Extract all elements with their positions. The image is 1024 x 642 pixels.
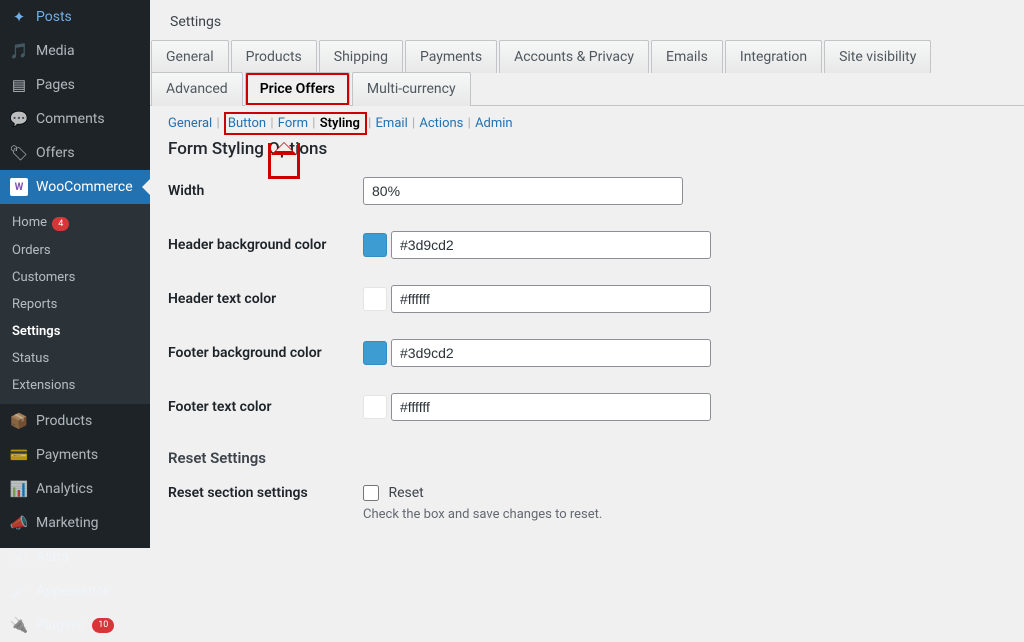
tab-shipping[interactable]: Shipping: [319, 40, 403, 73]
reset-section-label: Reset section settings: [168, 485, 363, 501]
pin-icon: ✦: [10, 8, 28, 26]
sidebar-item-label: Plugins: [36, 617, 82, 633]
reset-checkbox[interactable]: [363, 485, 379, 501]
tab-accounts[interactable]: Accounts & Privacy: [499, 40, 649, 73]
sidebar-item-label: Pages: [36, 77, 75, 93]
sub-reports[interactable]: Reports: [0, 291, 150, 318]
tab-integration[interactable]: Integration: [725, 40, 822, 73]
tags-icon: 🏷: [10, 144, 28, 162]
sidebar-item-label: Extensions: [12, 378, 75, 393]
header-text-input[interactable]: [391, 285, 711, 313]
sub-extensions[interactable]: Extensions: [0, 372, 150, 399]
sidebar-item-label: Reports: [12, 297, 57, 312]
sidebar-item-label: Customers: [12, 270, 75, 285]
admin-sidebar: ✦ Posts 🎵 Media ▤ Pages 💬 Comments 🏷 Off…: [0, 0, 150, 548]
tab-emails[interactable]: Emails: [651, 40, 723, 73]
tab-price-offers[interactable]: Price Offers: [245, 72, 350, 106]
reset-heading: Reset Settings: [168, 449, 1006, 467]
sub-orders[interactable]: Orders: [0, 237, 150, 264]
width-label: Width: [168, 183, 363, 199]
footer-bg-label: Footer background color: [168, 345, 363, 361]
highlight-arrow: [268, 143, 300, 179]
sidebar-item-woocommerce[interactable]: W WooCommerce: [0, 170, 150, 204]
sub-settings[interactable]: Settings: [0, 318, 150, 345]
plug-icon: 🔌: [10, 616, 28, 634]
count-badge: 10: [92, 618, 114, 632]
subtab-general[interactable]: General: [168, 116, 212, 131]
reset-description: Check the box and save changes to reset.: [363, 507, 602, 522]
main-content: Settings General Products Shipping Payme…: [150, 0, 1024, 548]
card-icon: 💳: [10, 446, 28, 464]
sub-customers[interactable]: Customers: [0, 264, 150, 291]
sidebar-item-label: Posts: [36, 9, 72, 25]
subtab-actions[interactable]: Actions: [419, 116, 463, 131]
sidebar-item-label: Media: [36, 43, 75, 59]
sidebar-item-label: WooCommerce: [36, 179, 133, 195]
subtab-button[interactable]: Button: [228, 116, 266, 131]
sub-home[interactable]: Home 4: [0, 209, 150, 237]
footer-bg-input[interactable]: [391, 339, 711, 367]
sidebar-item-label: Status: [12, 351, 49, 366]
subtab-email[interactable]: Email: [376, 116, 408, 131]
tab-payments[interactable]: Payments: [405, 40, 497, 73]
sidebar-item-pages[interactable]: ▤ Pages: [0, 68, 150, 102]
sidebar-item-offers[interactable]: 🏷 Offers: [0, 136, 150, 170]
count-badge: 4: [52, 217, 69, 231]
chart-icon: 📊: [10, 480, 28, 498]
sidebar-item-plugins[interactable]: 🔌 Plugins 10: [0, 608, 150, 642]
comment-icon: 💬: [10, 110, 28, 128]
sidebar-item-marketing[interactable]: 📣 Marketing: [0, 506, 150, 540]
sidebar-item-label: Orders: [12, 243, 51, 258]
sidebar-item-label: Marketing: [36, 515, 99, 531]
page-title: Settings: [150, 0, 1024, 40]
header-bg-swatch[interactable]: [363, 233, 387, 257]
header-bg-label: Header background color: [168, 237, 363, 253]
sidebar-item-label: Offers: [36, 145, 75, 161]
sidebar-item-label: Analytics: [36, 481, 93, 497]
footer-text-label: Footer text color: [168, 399, 363, 415]
astra-icon: ⓐ: [10, 548, 28, 566]
tab-general[interactable]: General: [151, 40, 229, 73]
sidebar-item-label: Payments: [36, 447, 98, 463]
sidebar-item-payments[interactable]: 💳 Payments: [0, 438, 150, 472]
header-bg-input[interactable]: [391, 231, 711, 259]
sidebar-item-label: Comments: [36, 111, 105, 127]
sidebar-item-posts[interactable]: ✦ Posts: [0, 0, 150, 34]
sidebar-item-astra[interactable]: ⓐ Astra: [0, 540, 150, 574]
brush-icon: 🖌: [10, 582, 28, 600]
footer-text-input[interactable]: [391, 393, 711, 421]
tab-multi-currency[interactable]: Multi-currency: [352, 72, 471, 106]
footer-bg-swatch[interactable]: [363, 341, 387, 365]
footer-text-swatch[interactable]: [363, 395, 387, 419]
tab-products[interactable]: Products: [231, 40, 317, 73]
sidebar-item-analytics[interactable]: 📊 Analytics: [0, 472, 150, 506]
archive-icon: 📦: [10, 412, 28, 430]
page-icon: ▤: [10, 76, 28, 94]
sidebar-item-products[interactable]: 📦 Products: [0, 404, 150, 438]
sidebar-item-media[interactable]: 🎵 Media: [0, 34, 150, 68]
primary-tabs: General Products Shipping Payments Accou…: [150, 40, 1024, 106]
subtab-styling[interactable]: Styling: [320, 116, 360, 131]
sidebar-item-label: Home: [12, 215, 47, 230]
width-input[interactable]: [363, 177, 683, 205]
sidebar-submenu: Home 4 Orders Customers Reports Settings…: [0, 204, 150, 404]
reset-checkbox-label: Reset: [388, 485, 423, 501]
tab-site-visibility[interactable]: Site visibility: [824, 40, 931, 73]
woo-icon: W: [10, 178, 28, 196]
sidebar-item-label: Settings: [12, 324, 60, 339]
sub-status[interactable]: Status: [0, 345, 150, 372]
sidebar-item-appearance[interactable]: 🖌 Appearance: [0, 574, 150, 608]
media-icon: 🎵: [10, 42, 28, 60]
header-text-label: Header text color: [168, 291, 363, 307]
sidebar-item-label: Astra: [36, 549, 69, 565]
megaphone-icon: 📣: [10, 514, 28, 532]
header-text-swatch[interactable]: [363, 287, 387, 311]
sidebar-item-label: Products: [36, 413, 92, 429]
tab-advanced[interactable]: Advanced: [151, 72, 243, 106]
sidebar-item-comments[interactable]: 💬 Comments: [0, 102, 150, 136]
sidebar-item-label: Appearance: [36, 583, 110, 599]
subtab-admin[interactable]: Admin: [475, 116, 513, 131]
